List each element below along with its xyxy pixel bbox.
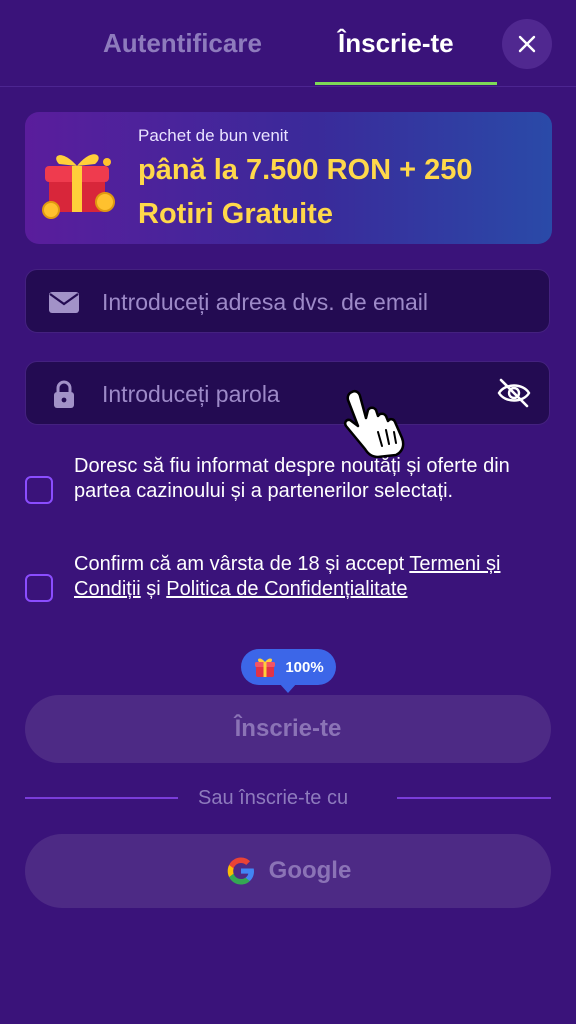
welcome-bonus-banner: Pachet de bun venit până la 7.500 RON + … bbox=[25, 112, 552, 244]
close-icon bbox=[518, 35, 536, 53]
divider-left bbox=[25, 797, 178, 799]
active-tab-indicator bbox=[315, 82, 497, 85]
or-signup-with-text: Sau înscrie-te cu bbox=[198, 787, 349, 809]
password-field-container bbox=[25, 361, 550, 426]
close-button[interactable] bbox=[502, 19, 552, 69]
bonus-percent: 100% bbox=[285, 658, 324, 676]
tab-login[interactable]: Autentificare bbox=[103, 28, 262, 59]
privacy-link[interactable]: Politica de Confidențialitate bbox=[166, 578, 407, 600]
google-icon bbox=[227, 857, 254, 885]
gift-icon bbox=[42, 154, 115, 219]
header-divider bbox=[0, 86, 576, 87]
eye-off-icon[interactable] bbox=[496, 376, 532, 410]
google-signup-button[interactable]: Google bbox=[25, 834, 551, 908]
pointer-hand-cursor-icon bbox=[343, 389, 405, 458]
newsletter-consent-label: Doresc să fiu informat despre noutăți și… bbox=[74, 455, 510, 502]
email-input[interactable] bbox=[100, 270, 494, 334]
password-input[interactable] bbox=[100, 362, 494, 426]
promo-title: până la 7.500 RON + 250 Rotiri Gratuite bbox=[138, 154, 473, 230]
email-field-container bbox=[25, 269, 550, 334]
register-button[interactable]: Înscrie-te bbox=[25, 695, 551, 763]
google-label: Google bbox=[268, 857, 352, 884]
divider-right bbox=[397, 797, 551, 799]
age-terms-checkbox[interactable] bbox=[25, 574, 53, 602]
promo-subtitle: Pachet de bun venit bbox=[138, 126, 289, 145]
badge-pointer bbox=[279, 683, 297, 693]
bonus-badge: 100% bbox=[241, 649, 336, 685]
envelope-icon bbox=[49, 292, 79, 313]
tab-register[interactable]: Înscrie-te bbox=[338, 28, 454, 59]
newsletter-checkbox[interactable] bbox=[25, 476, 53, 504]
lock-icon bbox=[54, 380, 74, 408]
age-terms-label: Confirm că am vârsta de 18 și accept Ter… bbox=[74, 552, 554, 602]
gift-icon bbox=[255, 658, 276, 677]
age-prefix-text: Confirm că am vârsta de 18 și accept bbox=[74, 553, 410, 575]
and-text: și bbox=[140, 578, 167, 600]
